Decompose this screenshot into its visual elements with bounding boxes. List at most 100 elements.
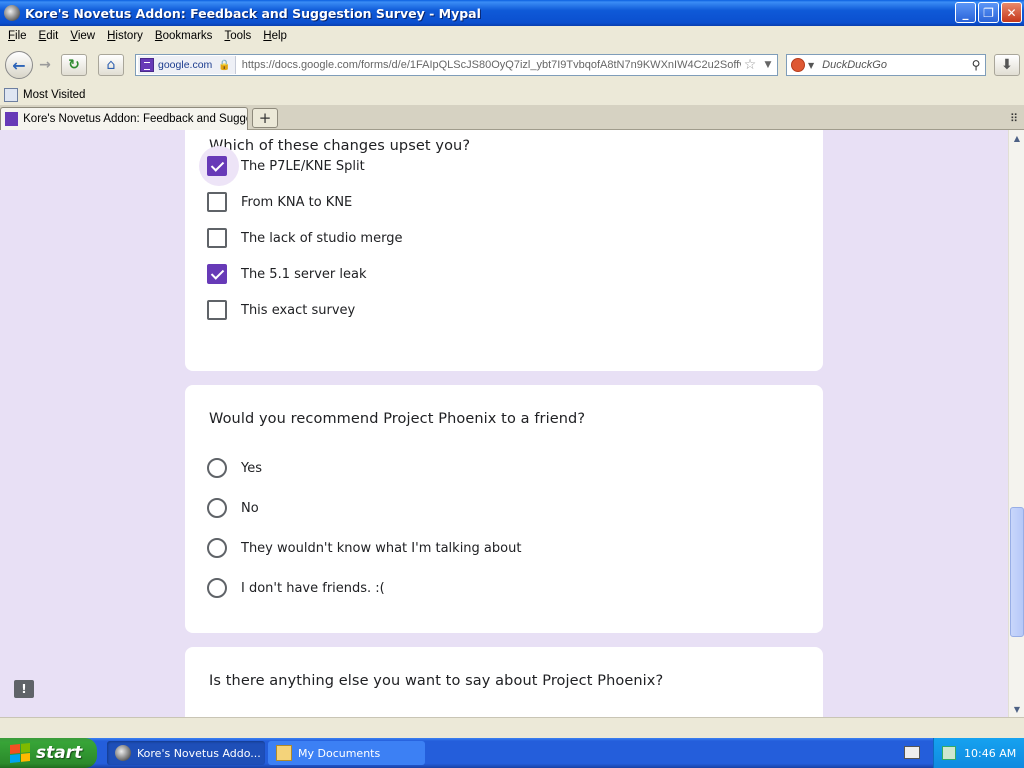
menu-history[interactable]: History <box>101 30 149 42</box>
network-icon[interactable] <box>942 746 956 760</box>
taskbar: start Kore's Novetus Addo... My Document… <box>0 738 1024 768</box>
address-bar[interactable]: google.com 🔒 https://docs.google.com/for… <box>135 54 778 76</box>
download-arrow-icon: ⬇ <box>1001 57 1013 73</box>
home-icon: ⌂ <box>106 57 116 73</box>
tab-strip: Kore's Novetus Addon: Feedback and Sugge… <box>0 106 1024 130</box>
start-button[interactable]: start <box>0 738 97 768</box>
checkbox-checked[interactable] <box>207 156 227 176</box>
taskbar-item-browser[interactable]: Kore's Novetus Addo... <box>107 741 265 765</box>
bookmarks-toolbar: Most Visited <box>0 84 1024 106</box>
report-feedback-icon[interactable]: ! <box>14 680 34 698</box>
option-label: This exact survey <box>241 302 356 318</box>
question-title: Which of these changes upset you? <box>209 138 471 154</box>
windows-flag-icon <box>10 742 30 764</box>
window-title-bar[interactable]: Kore's Novetus Addon: Feedback and Sugge… <box>0 0 1024 26</box>
option-label: Yes <box>241 460 262 476</box>
new-tab-button[interactable]: + <box>252 108 278 128</box>
clock[interactable]: 10:46 AM <box>964 747 1016 760</box>
bookmark-star-icon[interactable]: ☆ <box>741 57 759 73</box>
question-title: Would you recommend Project Phoenix to a… <box>209 411 586 427</box>
menu-bookmarks[interactable]: Bookmarks <box>149 30 219 42</box>
option-label: The 5.1 server leak <box>241 266 367 282</box>
search-bar[interactable]: ▼ DuckDuckGo ⚲ <box>786 54 986 76</box>
navigation-toolbar: ← → ↻ ⌂ google.com 🔒 https://docs.google… <box>0 46 1024 84</box>
start-label: start <box>36 743 83 763</box>
back-button[interactable]: ← <box>5 51 33 79</box>
radio-option[interactable]: No <box>207 496 259 520</box>
tab-label: Kore's Novetus Addon: Feedback and Sugge… <box>23 113 247 125</box>
option-label: From KNA to KNE <box>241 194 353 210</box>
mypal-app-icon <box>115 745 131 761</box>
checkbox-option[interactable]: The lack of studio merge <box>207 226 402 250</box>
tab-list-icon[interactable]: ⠿ <box>1010 112 1018 125</box>
taskbar-item-label: Kore's Novetus Addo... <box>137 746 261 760</box>
status-bar <box>0 717 1024 738</box>
bookmark-most-visited[interactable]: Most Visited <box>23 89 85 101</box>
back-arrow-icon: ← <box>12 55 26 75</box>
url-dropdown-icon[interactable]: ▼ <box>759 60 777 70</box>
search-engine-dropdown-icon[interactable]: ▼ <box>808 61 814 70</box>
system-tray: 10:46 AM <box>933 738 1024 768</box>
google-forms-favicon <box>5 112 19 126</box>
forward-button[interactable]: → <box>35 56 55 74</box>
radio-button[interactable] <box>207 458 227 478</box>
option-label: The P7LE/KNE Split <box>241 158 365 174</box>
question-card-recommend: Would you recommend Project Phoenix to a… <box>185 385 823 633</box>
radio-button[interactable] <box>207 538 227 558</box>
option-label: The lack of studio merge <box>241 230 403 246</box>
window-controls: _ ❐ ✕ <box>955 2 1022 23</box>
plus-icon: + <box>258 109 272 127</box>
radio-option[interactable]: Yes <box>207 456 262 480</box>
radio-button[interactable] <box>207 578 227 598</box>
scroll-up-icon[interactable]: ▲ <box>1009 130 1024 146</box>
google-forms-favicon <box>140 58 154 72</box>
bookmark-folder-icon <box>4 87 18 102</box>
reload-button[interactable]: ↻ <box>61 54 87 76</box>
radio-option[interactable]: I don't have friends. :( <box>207 576 385 600</box>
duckduckgo-icon[interactable] <box>791 58 805 72</box>
url-input[interactable]: https://docs.google.com/forms/d/e/1FAIpQ… <box>242 59 741 71</box>
checkbox-unchecked[interactable] <box>207 228 227 248</box>
mypal-app-icon <box>4 5 20 21</box>
checkbox-option[interactable]: The P7LE/KNE Split <box>207 154 365 178</box>
checkbox-unchecked[interactable] <box>207 192 227 212</box>
question-card-anything-else: Is there anything else you want to say a… <box>185 647 823 717</box>
checkbox-unchecked[interactable] <box>207 300 227 320</box>
search-input[interactable]: DuckDuckGo <box>822 59 967 71</box>
site-identity-button[interactable]: google.com 🔒 <box>138 56 236 74</box>
search-icon[interactable]: ⚲ <box>967 58 985 72</box>
menu-edit[interactable]: Edit <box>33 30 65 42</box>
minimize-button[interactable]: _ <box>955 2 976 23</box>
checkbox-option[interactable]: The 5.1 server leak <box>207 262 367 286</box>
radio-option[interactable]: They wouldn't know what I'm talking abou… <box>207 536 521 560</box>
question-title: Is there anything else you want to say a… <box>209 673 664 689</box>
page-content: Which of these changes upset you? The P7… <box>0 130 1008 717</box>
scrollbar-thumb[interactable] <box>1010 507 1024 637</box>
scroll-down-icon[interactable]: ▼ <box>1009 701 1024 717</box>
taskbar-item-label: My Documents <box>298 746 381 760</box>
taskbar-item-my-documents[interactable]: My Documents <box>268 741 425 765</box>
radio-button[interactable] <box>207 498 227 518</box>
checkbox-option[interactable]: This exact survey <box>207 298 355 322</box>
folder-icon <box>276 745 292 761</box>
question-card-changes: Which of these changes upset you? The P7… <box>185 130 823 371</box>
forward-arrow-icon: → <box>39 57 51 73</box>
close-button[interactable]: ✕ <box>1001 2 1022 23</box>
checkbox-checked[interactable] <box>207 264 227 284</box>
menu-tools[interactable]: Tools <box>218 30 257 42</box>
vertical-scrollbar[interactable]: ▲ ▼ <box>1008 130 1024 717</box>
menu-help[interactable]: Help <box>257 30 293 42</box>
menu-bar: File Edit View History Bookmarks Tools H… <box>0 26 1024 46</box>
maximize-button[interactable]: ❐ <box>978 2 999 23</box>
keyboard-icon[interactable] <box>904 746 920 759</box>
checkbox-option[interactable]: From KNA to KNE <box>207 190 352 214</box>
menu-file[interactable]: File <box>2 30 33 42</box>
option-label: I don't have friends. :( <box>241 580 385 596</box>
downloads-button[interactable]: ⬇ <box>994 54 1020 76</box>
menu-view[interactable]: View <box>64 30 101 42</box>
home-button[interactable]: ⌂ <box>98 54 124 76</box>
option-label: They wouldn't know what I'm talking abou… <box>241 540 522 556</box>
tab-survey[interactable]: Kore's Novetus Addon: Feedback and Sugge… <box>0 107 248 130</box>
identity-domain: google.com <box>158 59 213 71</box>
lock-icon: 🔒 <box>218 59 231 71</box>
